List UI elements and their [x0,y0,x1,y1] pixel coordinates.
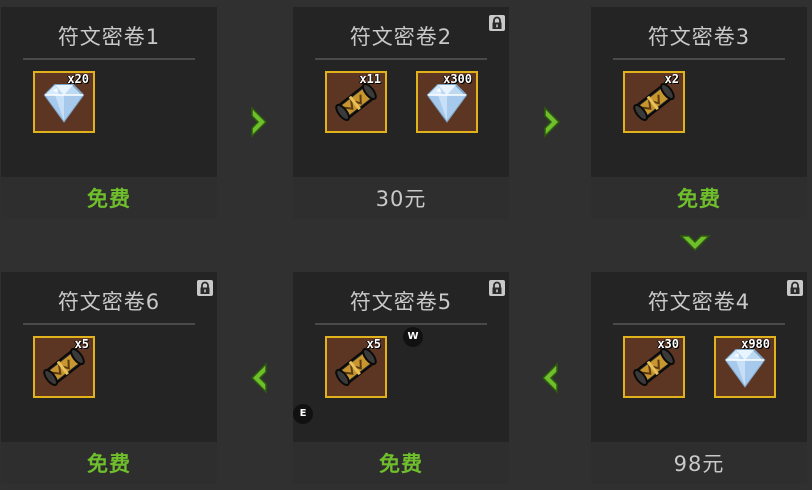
price-label[interactable]: 免费 [591,177,807,219]
item-quantity: x5 [74,337,89,351]
item-quantity: x300 [443,72,472,86]
reward-panel-4[interactable]: 符文密卷4 x30 x980 98元 [591,272,807,484]
divider [23,323,195,325]
reward-item-scroll[interactable]: x30 [623,336,685,398]
reward-panel-3[interactable]: 符文密卷3 x2 免费 [591,7,807,219]
reward-item-scroll[interactable]: x5 [325,336,387,398]
arrow-left-icon [250,362,268,394]
panel-title: 符文密卷4 [647,290,751,314]
price-label[interactable]: 98元 [591,442,807,484]
panel-title: 符文密卷3 [647,25,751,49]
divider [315,58,487,60]
panel-title: 符文密卷5 [349,290,453,314]
price-label[interactable]: 免费 [1,442,217,484]
reward-item-scroll[interactable]: x5 [33,336,95,398]
reward-item-scroll[interactable]: x11 [325,71,387,133]
item-quantity: x30 [657,337,679,351]
item-quantity: x20 [67,72,89,86]
panel-title: 符文密卷2 [349,25,453,49]
divider [315,323,487,325]
divider [23,58,195,60]
marker-w: W [403,327,423,347]
reward-panel-2[interactable]: 符文密卷2 x11 x300 30元 [293,7,509,219]
arrow-down-icon [679,234,711,252]
panel-title: 符文密卷6 [57,290,161,314]
reward-panel-1[interactable]: 符文密卷1 x20 免费 [1,7,217,219]
reward-panel-5[interactable]: 符文密卷5 x5 免费 [293,272,509,484]
divider [613,58,785,60]
reward-item-diamond[interactable]: x300 [416,71,478,133]
item-quantity: x980 [741,337,770,351]
reward-panel-6[interactable]: 符文密卷6 x5 免费 [1,272,217,484]
item-quantity: x11 [359,72,381,86]
item-quantity: x2 [664,72,679,86]
price-label[interactable]: 免费 [1,177,217,219]
price-label[interactable]: 免费 [293,442,509,484]
price-label[interactable]: 30元 [293,177,509,219]
item-quantity: x5 [366,337,381,351]
divider [613,323,785,325]
reward-item-diamond[interactable]: x20 [33,71,95,133]
reward-item-scroll[interactable]: x2 [623,71,685,133]
reward-item-diamond[interactable]: x980 [714,336,776,398]
marker-e: E [293,404,313,424]
arrow-left-icon [541,362,559,394]
arrow-right-icon [250,106,268,138]
panel-title: 符文密卷1 [57,25,161,49]
arrow-right-icon [543,106,561,138]
